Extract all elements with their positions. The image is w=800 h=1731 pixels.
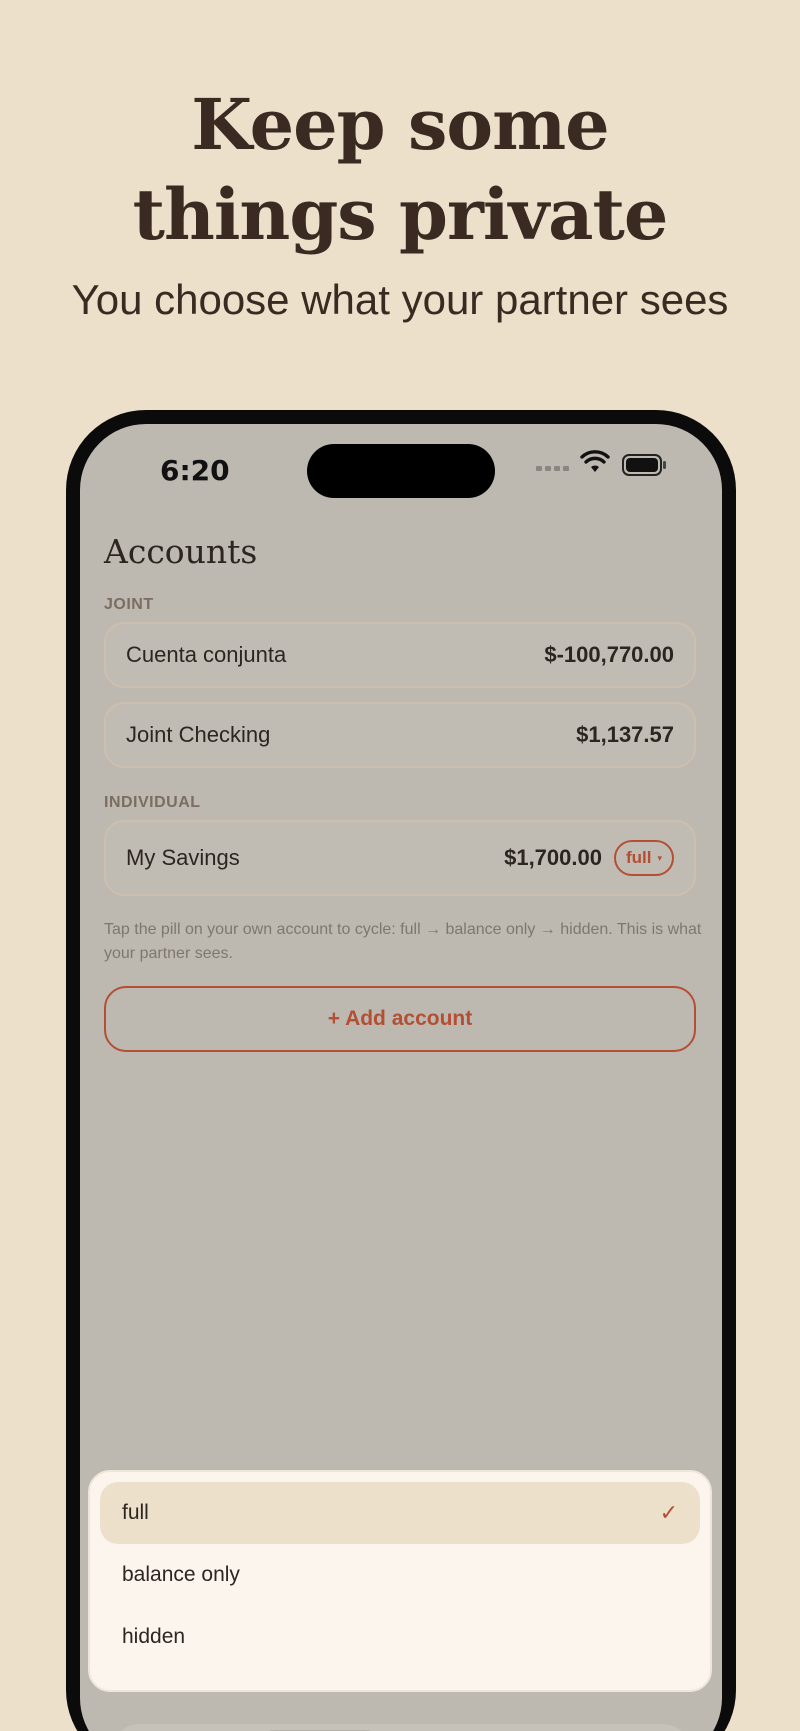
- account-balance: $1,700.00: [504, 845, 602, 870]
- menu-item-balance-only[interactable]: balance only: [100, 1544, 700, 1606]
- add-account-button[interactable]: + Add account: [104, 986, 696, 1052]
- visibility-pill[interactable]: full ▾: [613, 840, 674, 876]
- battery-icon: [622, 454, 666, 476]
- checkmark-icon: ✓: [659, 1500, 678, 1525]
- wifi-icon: [580, 450, 610, 472]
- menu-item-label: full: [122, 1501, 149, 1524]
- phone-frame: 6:20 Accounts JOINT Cuenta conjunta $-10…: [66, 410, 736, 1731]
- phone-screen: 6:20 Accounts JOINT Cuenta conjunta $-10…: [80, 424, 722, 1731]
- visibility-pill-label: full: [625, 848, 652, 867]
- account-right: $1,700.00 full ▾: [504, 840, 674, 876]
- dynamic-island: [307, 444, 495, 498]
- account-name: Joint Checking: [126, 722, 271, 747]
- chevron-down-icon: ▾: [657, 852, 662, 863]
- account-name: My Savings: [126, 845, 240, 870]
- headline-line-2: things private: [132, 173, 669, 256]
- tab-bar: [110, 1724, 692, 1731]
- cellular-signal-icon: [536, 466, 569, 471]
- section-label-individual: INDIVIDUAL: [104, 794, 201, 811]
- account-row[interactable]: My Savings $1,700.00 full ▾: [104, 820, 696, 896]
- visibility-menu: full ✓ balance only hidden: [88, 1470, 712, 1692]
- section-label-joint: JOINT: [104, 596, 154, 613]
- account-balance: $-100,770.00: [544, 642, 674, 667]
- subheadline: You choose what your partner sees: [71, 276, 729, 323]
- account-name: Cuenta conjunta: [126, 642, 287, 667]
- menu-item-full[interactable]: full ✓: [100, 1482, 700, 1544]
- headline-line-1: Keep some: [191, 83, 609, 166]
- menu-item-hidden[interactable]: hidden: [100, 1606, 700, 1668]
- account-row[interactable]: Cuenta conjunta $-100,770.00: [104, 622, 696, 688]
- menu-item-label: hidden: [122, 1625, 186, 1648]
- account-row[interactable]: Joint Checking $1,137.57: [104, 702, 696, 768]
- account-balance: $1,137.57: [576, 722, 674, 747]
- page-title: Accounts: [104, 532, 258, 571]
- headline: Keep some things private: [0, 80, 800, 260]
- menu-item-label: balance only: [122, 1563, 240, 1586]
- help-text: Tap the pill on your own account to cycl…: [104, 921, 702, 962]
- status-time: 6:20: [160, 454, 230, 487]
